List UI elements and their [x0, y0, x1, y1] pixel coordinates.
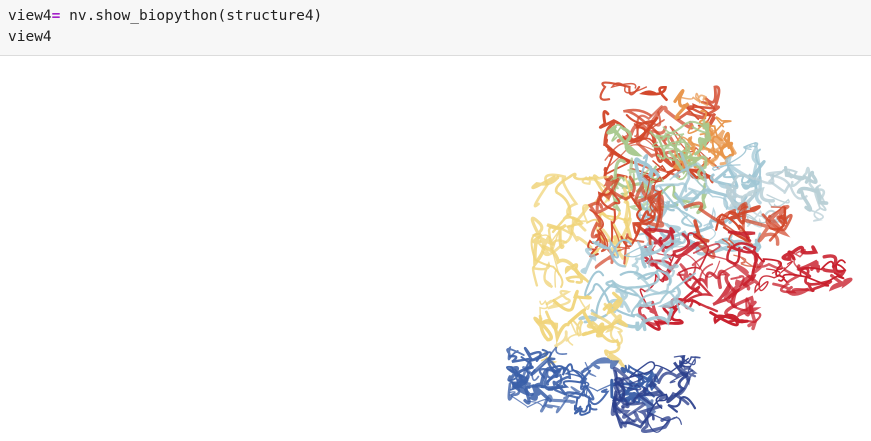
- ribbon-strand: [531, 261, 554, 289]
- ribbon-strand: [726, 242, 757, 265]
- ribbon-strand: [636, 404, 671, 434]
- code-call: nv.show_biopython(structure4): [60, 8, 323, 24]
- ribbon-strand: [690, 271, 718, 296]
- ribbon-strand: [599, 81, 641, 101]
- ribbon-strand: [807, 208, 824, 222]
- ribbon-strand: [573, 396, 592, 416]
- molecule-viewer[interactable]: [0, 57, 871, 441]
- code-cell[interactable]: view4= nv.show_biopython(structure4) vie…: [0, 0, 871, 56]
- output-area: [0, 57, 871, 441]
- code-variable: view4: [8, 8, 52, 24]
- ribbon-strand: [572, 319, 584, 337]
- code-line-1: view4= nv.show_biopython(structure4): [8, 6, 871, 27]
- ribbon-strand: [639, 85, 668, 102]
- ribbon-strand: [781, 245, 819, 261]
- protein-ribbons: [506, 81, 853, 434]
- code-line-2: view4: [8, 29, 52, 45]
- ribbon-strand: [772, 282, 810, 296]
